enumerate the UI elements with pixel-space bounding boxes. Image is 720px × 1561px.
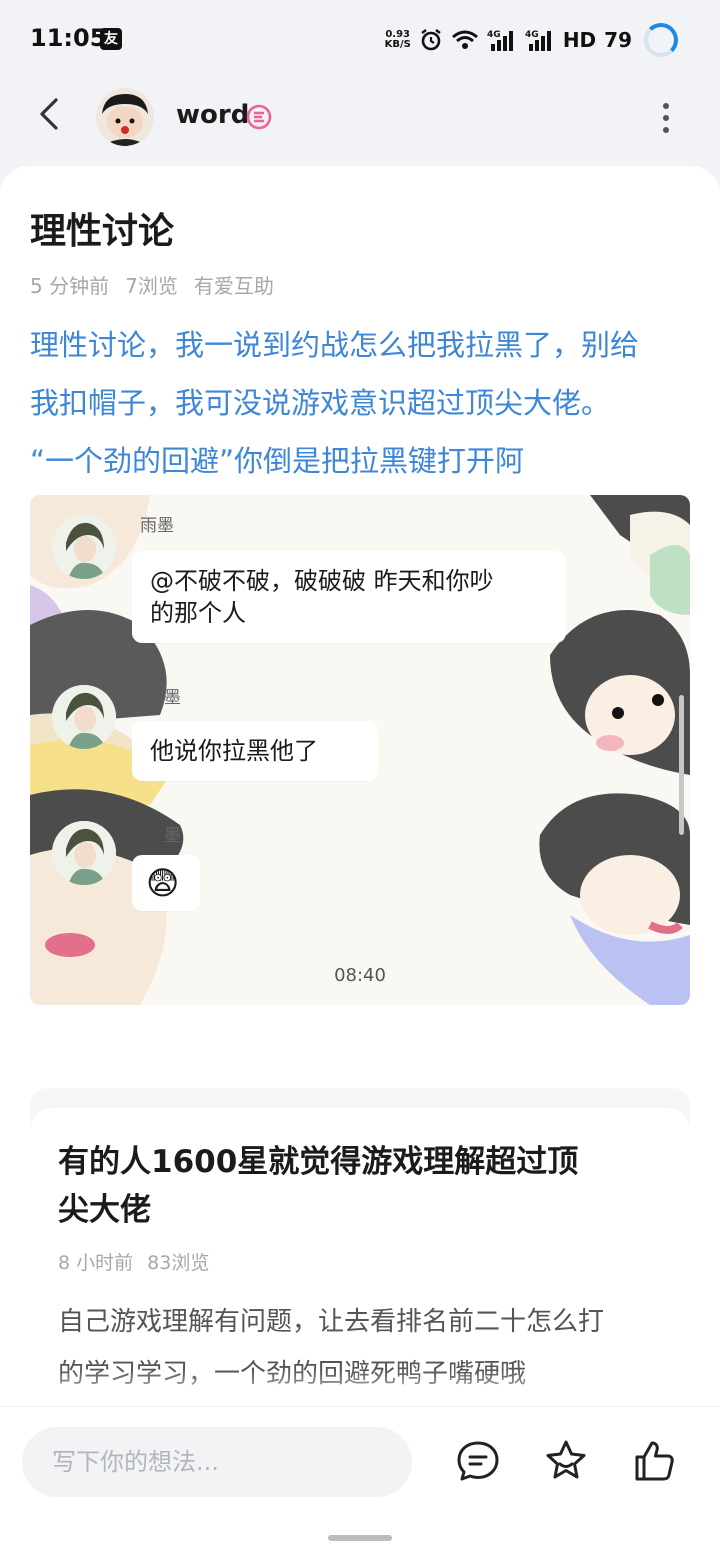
author-avatar[interactable] — [96, 88, 154, 146]
post-category[interactable]: 有爱互助 — [194, 270, 274, 299]
battery-ring-icon — [644, 23, 678, 57]
post-meta: 5 分钟前 7浏览 有爱互助 — [30, 270, 274, 299]
home-indicator[interactable] — [328, 1535, 392, 1541]
alarm-icon — [421, 29, 441, 51]
post-body-line: 我扣帽子，我可没说游戏意识超过顶尖大佬。 — [30, 386, 611, 420]
more-options-icon[interactable] — [654, 100, 678, 136]
related-post-views: 83浏览 — [147, 1252, 210, 1274]
user-level-badge-icon — [246, 104, 272, 130]
chat-bubble: 他说你拉黑他了 — [132, 721, 378, 781]
chat-bubble: @不破不破，破破破 昨天和你吵 的那个人 — [132, 551, 566, 643]
chat-avatar — [52, 515, 116, 579]
chat-sender-name: 墨 — [164, 688, 181, 708]
post-body-line: “一个劲的回避”你倒是把拉黑键打开阿 — [30, 444, 525, 478]
related-title-line: 尖大佬 — [58, 1192, 151, 1228]
content-fade — [0, 1370, 720, 1410]
signal-4g-icon: 4G — [487, 30, 513, 51]
battery-level: 79 — [604, 28, 632, 52]
comment-input[interactable] — [22, 1427, 412, 1497]
chat-avatar — [52, 821, 116, 885]
post-time: 5 分钟前 — [30, 274, 110, 298]
chat-sender-name: 雨墨 — [140, 516, 174, 536]
chat-sender-name: 墨 — [164, 826, 181, 846]
svg-text:4G: 4G — [525, 30, 539, 40]
network-speed-unit: KB/S — [384, 39, 411, 50]
comment-icon[interactable] — [454, 1437, 502, 1485]
post-image[interactable]: 雨墨 @不破不破，破破破 昨天和你吵 的那个人 墨 他说你拉黑他了 墨 😨 08… — [30, 495, 690, 1005]
author-username[interactable]: word — [176, 100, 249, 130]
status-time: 11:05 — [30, 24, 107, 52]
like-thumbs-up-icon[interactable] — [630, 1437, 678, 1485]
post-header: word — [0, 80, 720, 160]
fearful-emoji-icon: 😨 — [146, 864, 180, 902]
chat-message-line: @不破不破，破破破 昨天和你吵 — [150, 567, 494, 595]
avatar-image — [96, 88, 154, 146]
post-body-line: 理性讨论，我一说到约战怎么把我拉黑了，别给 — [30, 328, 640, 362]
status-indicators: 0.93 KB/S 4G 4G HD 79 — [385, 20, 678, 60]
app-notification-icon: 友 — [100, 28, 122, 50]
chat-message-line: 他说你拉黑他了 — [150, 737, 318, 765]
bottom-action-bar — [0, 1406, 720, 1561]
related-post-meta: 8 小时前 83浏览 — [58, 1248, 209, 1275]
svg-text:4G: 4G — [487, 30, 501, 40]
image-scroll-indicator — [679, 695, 684, 835]
signal-4g-icon-2: 4G — [525, 30, 551, 51]
chat-avatar — [52, 685, 116, 749]
related-body-line: 自己游戏理解有问题，让去看排名前二十怎么打 — [58, 1307, 605, 1337]
wifi-icon — [451, 30, 478, 49]
related-post-card[interactable]: 有的人1600星就觉得游戏理解超过顶 尖大佬 8 小时前 83浏览 自己游戏理解… — [30, 1088, 690, 1428]
status-bar: 11:05 友 0.93 KB/S 4G 4G HD 79 — [0, 0, 720, 80]
network-speed: 0.93 KB/S — [385, 30, 411, 50]
hd-label: HD — [562, 28, 597, 52]
chat-bubble: 😨 — [132, 855, 200, 911]
chat-timestamp: 08:40 — [334, 965, 386, 986]
chat-message-line: 的那个人 — [150, 599, 246, 627]
post-views: 7浏览 — [125, 274, 178, 298]
back-button[interactable] — [30, 94, 70, 134]
post-title: 理性讨论 — [30, 211, 175, 252]
post-body: 理性讨论，我一说到约战怎么把我拉黑了，别给 我扣帽子，我可没说游戏意识超过顶尖大… — [30, 316, 690, 490]
related-post-time: 8 小时前 — [58, 1252, 134, 1274]
post-card: 理性讨论 5 分钟前 7浏览 有爱互助 理性讨论，我一说到约战怎么把我拉黑了，别… — [0, 166, 720, 1428]
related-post-title: 有的人1600星就觉得游戏理解超过顶 尖大佬 — [58, 1138, 668, 1234]
favorite-star-icon[interactable] — [542, 1437, 590, 1485]
related-title-line: 有的人1600星就觉得游戏理解超过顶 — [58, 1144, 579, 1180]
